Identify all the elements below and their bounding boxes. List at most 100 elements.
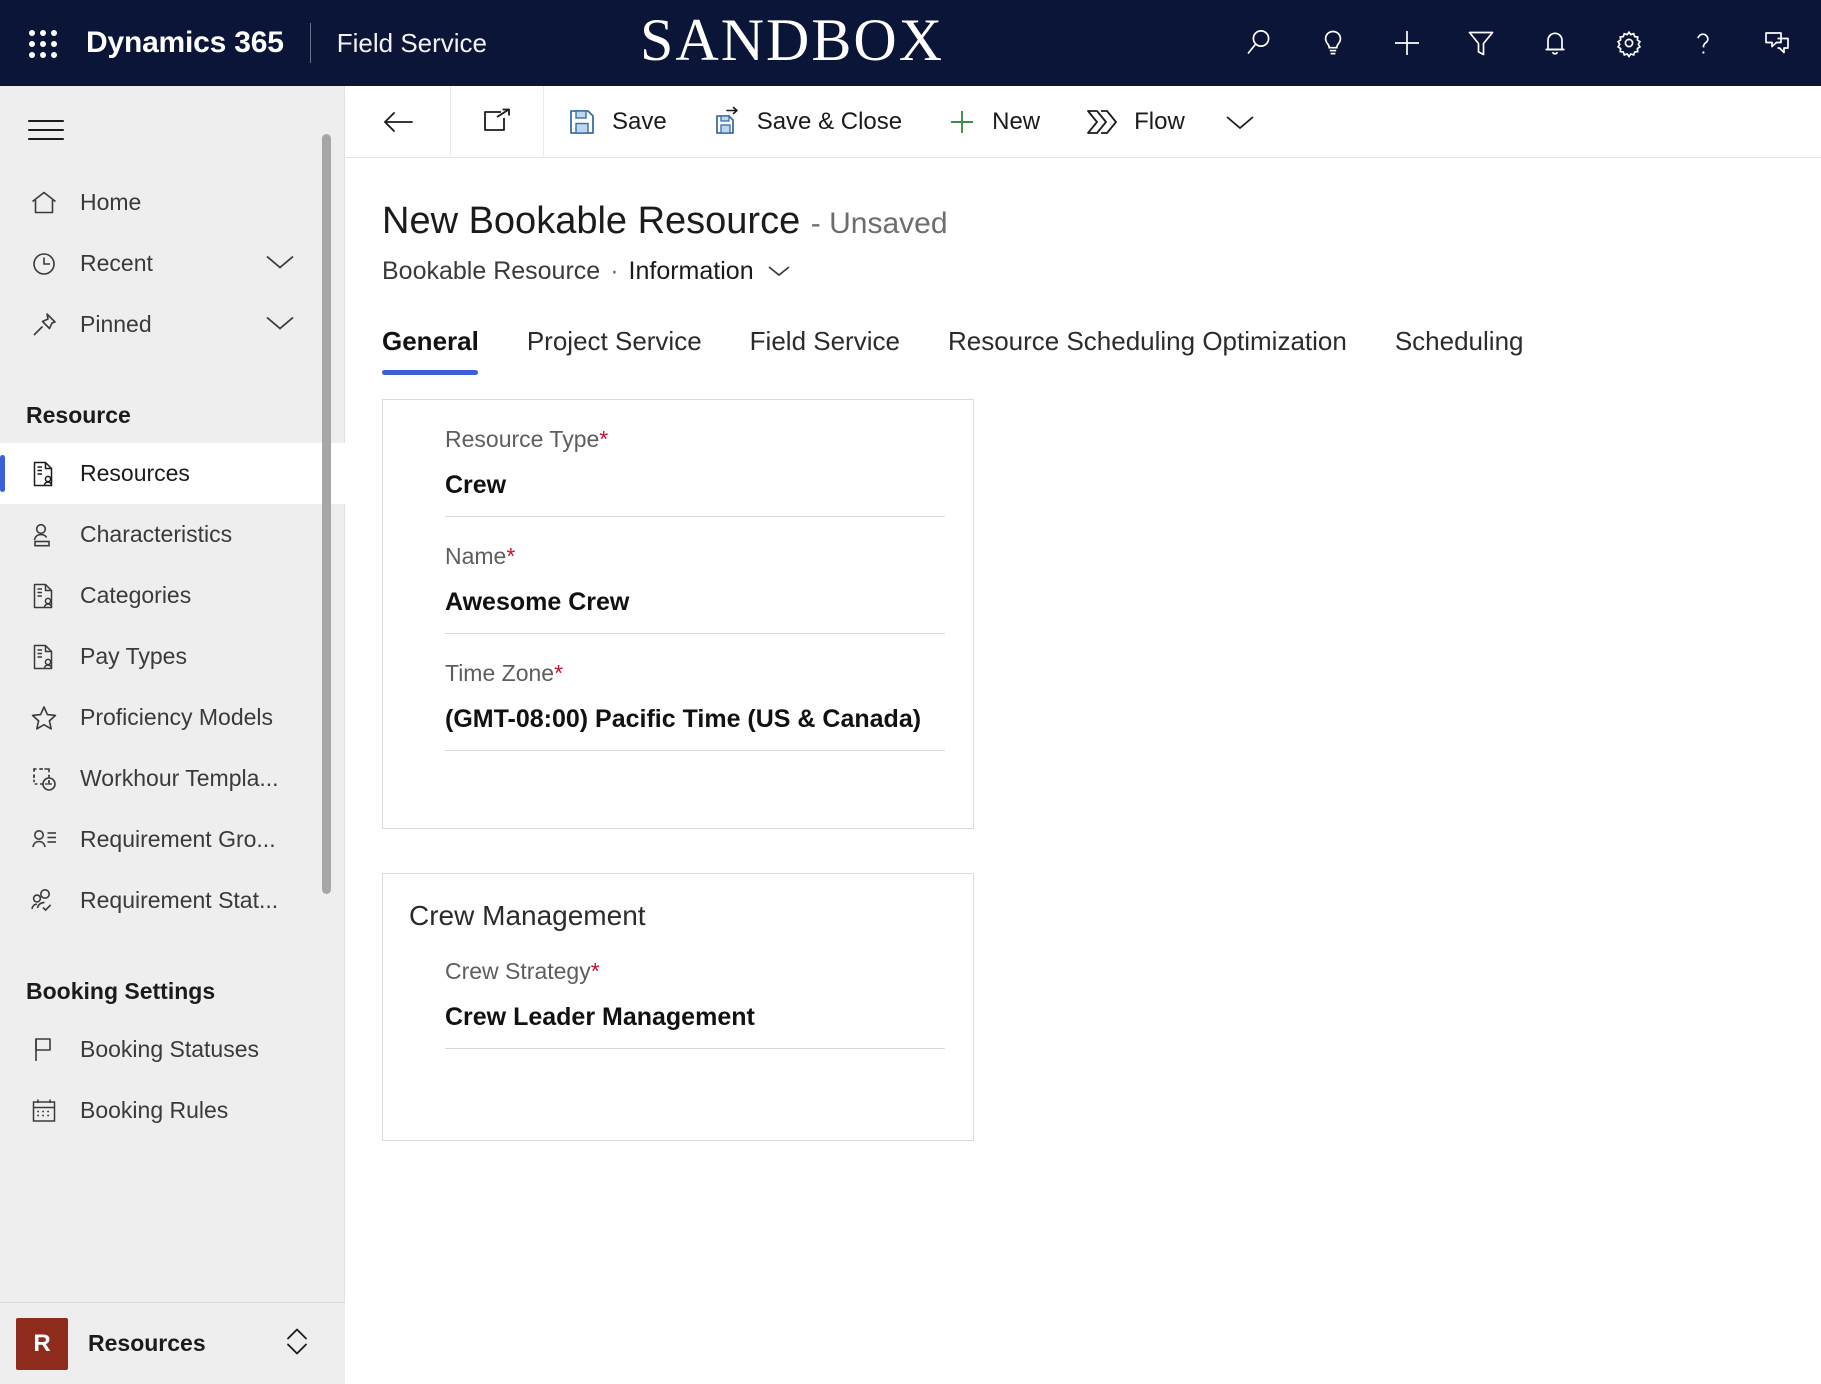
save-and-close-button[interactable]: Save & Close <box>689 86 924 158</box>
time-zone-value[interactable]: (GMT-08:00) Pacific Time (US & Canada) <box>445 687 945 750</box>
sidebar-group-header: Resource <box>26 401 131 428</box>
feedback-icon[interactable] <box>1755 21 1799 65</box>
chevron-up-down-icon[interactable] <box>283 1321 311 1366</box>
field-label-text: Name <box>445 542 507 569</box>
sidebar-item-booking-rules[interactable]: Booking Rules <box>0 1080 345 1141</box>
back-button[interactable] <box>346 86 450 158</box>
lightbulb-icon[interactable] <box>1311 21 1355 65</box>
required-asterisk: * <box>554 659 564 686</box>
person-line-icon <box>24 518 64 552</box>
sidebar-item-label: Requirement Gro... <box>80 826 276 852</box>
crew-strategy-value[interactable]: Crew Leader Management <box>445 985 945 1048</box>
sidebar-item-home[interactable]: Home <box>0 172 345 233</box>
hamburger-menu-icon[interactable] <box>22 106 70 154</box>
area-switcher-label: Resources <box>88 1330 206 1356</box>
tab-scheduling[interactable]: Scheduling <box>1395 320 1550 375</box>
brand-title[interactable]: Dynamics 365 <box>86 26 284 60</box>
save-button[interactable]: Save <box>544 86 689 158</box>
popout-icon <box>481 107 513 137</box>
calendar-icon <box>24 1094 64 1128</box>
sidebar-item-workhour-templates[interactable]: Workhour Templa... <box>0 748 345 809</box>
name-value[interactable]: Awesome Crew <box>445 570 945 633</box>
flow-icon <box>1084 107 1120 137</box>
sidebar-item-recent[interactable]: Recent <box>0 233 345 294</box>
resource-card-icon <box>24 640 64 674</box>
people-check-icon <box>24 884 64 918</box>
section-general: Resource Type* Crew Name* Awesome Crew T… <box>382 398 974 829</box>
section-title: Crew Management <box>409 899 646 931</box>
sidebar-scrollbar[interactable] <box>319 134 333 1074</box>
field-resource-type: Resource Type* Crew <box>445 400 945 517</box>
sidebar-item-label: Categories <box>80 582 192 608</box>
tab-field-service[interactable]: Field Service <box>750 320 926 375</box>
resource-type-value[interactable]: Crew <box>445 453 945 516</box>
field-label-text: Crew Strategy <box>445 957 591 984</box>
field-label: Resource Type* <box>445 426 945 453</box>
sidebar-item-label: Booking Rules <box>80 1097 229 1123</box>
resource-card-icon <box>24 579 64 613</box>
save-label: Save <box>612 107 667 135</box>
chevron-down-icon[interactable] <box>766 262 792 280</box>
sidebar-item-label: Home <box>80 189 142 215</box>
chevron-down-icon[interactable] <box>263 311 297 338</box>
plus-green-icon <box>946 106 978 138</box>
command-overflow-button[interactable] <box>1207 86 1273 158</box>
breadcrumb-entity: Bookable Resource <box>382 256 601 285</box>
filter-icon[interactable] <box>1459 21 1503 65</box>
star-icon <box>24 701 64 735</box>
app-name-label[interactable]: Field Service <box>337 28 487 59</box>
field-label: Time Zone* <box>445 660 945 687</box>
save-and-close-label: Save & Close <box>756 107 903 135</box>
plus-icon[interactable] <box>1385 21 1429 65</box>
flag-icon <box>24 1033 64 1067</box>
arrow-left-icon <box>380 107 416 137</box>
environment-banner: SANDBOX <box>640 7 945 73</box>
sidebar-item-characteristics[interactable]: Characteristics <box>0 504 345 565</box>
clock-icon <box>24 247 64 281</box>
new-button[interactable]: New <box>924 86 1062 158</box>
section-crew-management: Crew Management Crew Strategy* Crew Lead… <box>382 872 974 1141</box>
app-launcher-icon[interactable] <box>22 23 62 63</box>
home-icon <box>24 186 64 220</box>
sidebar-scrollbar-thumb[interactable] <box>322 134 331 894</box>
field-underline <box>445 749 945 751</box>
sidebar-item-pinned[interactable]: Pinned <box>0 294 345 355</box>
area-switcher[interactable]: R Resources <box>0 1302 345 1384</box>
sidebar-item-requirement-groups[interactable]: Requirement Gro... <box>0 809 345 870</box>
chevron-down-icon <box>1223 111 1257 133</box>
sidebar-item-label: Resources <box>80 460 190 486</box>
resource-card-icon <box>24 457 64 491</box>
sidebar-item-label: Recent <box>80 250 153 276</box>
sidebar-item-categories[interactable]: Categories <box>0 565 345 626</box>
command-bar: Save Save & Close New Flow <box>346 85 1821 158</box>
sidebar-item-requirement-status[interactable]: Requirement Stat... <box>0 870 345 931</box>
search-icon[interactable] <box>1237 21 1281 65</box>
flow-label: Flow <box>1134 107 1185 135</box>
save-floppy-icon <box>566 106 598 138</box>
tab-general[interactable]: General <box>382 320 505 375</box>
save-close-icon <box>711 106 743 138</box>
breadcrumb: Bookable Resource · Information <box>382 257 1821 286</box>
bell-icon[interactable] <box>1533 21 1577 65</box>
open-new-window-button[interactable] <box>451 86 543 158</box>
field-name: Name* Awesome Crew <box>445 517 945 634</box>
chevron-down-icon[interactable] <box>263 250 297 277</box>
tab-resource-scheduling-optimization[interactable]: Resource Scheduling Optimization <box>948 320 1373 375</box>
sidebar-item-booking-statuses[interactable]: Booking Statuses <box>0 1019 345 1080</box>
breadcrumb-form-name[interactable]: Information <box>629 257 754 286</box>
sidebar-item-label: Pay Types <box>80 643 187 669</box>
flow-button[interactable]: Flow <box>1062 86 1207 158</box>
area-badge: R <box>16 1317 68 1370</box>
gear-icon[interactable] <box>1607 21 1651 65</box>
sidebar-item-resources[interactable]: Resources <box>0 443 345 504</box>
form-tab-list: General Project Service Field Service Re… <box>346 320 1821 375</box>
sidebar-item-pay-types[interactable]: Pay Types <box>0 626 345 687</box>
tab-project-service[interactable]: Project Service <box>527 320 728 375</box>
breadcrumb-separator: · <box>610 256 619 285</box>
field-underline <box>445 1047 945 1049</box>
sidebar-item-proficiency-models[interactable]: Proficiency Models <box>0 687 345 748</box>
question-icon[interactable] <box>1681 21 1725 65</box>
sidebar-item-label: Proficiency Models <box>80 704 274 730</box>
